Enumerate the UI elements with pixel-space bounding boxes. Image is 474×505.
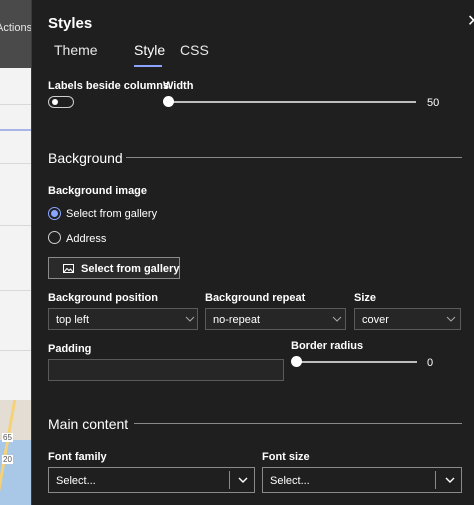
tab-style[interactable]: Style: [134, 42, 165, 58]
combo-separator: [229, 471, 230, 489]
width-slider-track[interactable]: [169, 101, 416, 103]
size-dropdown[interactable]: cover: [354, 308, 461, 330]
radio-dot: [51, 210, 58, 217]
section-divider: [126, 157, 462, 158]
border-radius-slider-thumb[interactable]: [291, 356, 302, 367]
background-section-title: Background: [48, 150, 123, 166]
background-highlight: [0, 129, 31, 131]
size-value: cover: [362, 314, 389, 326]
font-family-value: Select...: [56, 475, 96, 487]
tab-css[interactable]: CSS: [180, 42, 209, 58]
chevron-down-icon[interactable]: [238, 477, 248, 483]
background-divider: [0, 104, 31, 105]
chevron-down-icon: [446, 316, 456, 322]
tab-theme[interactable]: Theme: [54, 42, 98, 58]
width-slider-thumb[interactable]: [163, 96, 174, 107]
select-from-gallery-button-label: Select from gallery: [81, 263, 180, 275]
combo-separator: [435, 471, 436, 489]
font-family-combobox[interactable]: Select...: [48, 467, 255, 493]
background-divider: [0, 290, 31, 291]
background-repeat-value: no-repeat: [213, 314, 261, 326]
section-divider: [134, 423, 462, 424]
radio-address[interactable]: [48, 231, 61, 244]
close-icon[interactable]: ✕: [467, 14, 474, 30]
background-image-label: Background image: [48, 185, 148, 197]
chevron-down-icon: [332, 316, 342, 322]
border-radius-slider-track[interactable]: [297, 361, 417, 363]
background-position-dropdown[interactable]: top left: [48, 308, 198, 330]
labels-beside-columns-toggle[interactable]: [48, 96, 74, 108]
panel-title: Styles: [48, 15, 93, 32]
border-radius-label: Border radius: [291, 340, 364, 352]
toggle-knob: [52, 99, 58, 105]
select-from-gallery-button[interactable]: Select from gallery: [48, 257, 180, 279]
font-family-label: Font family: [48, 451, 107, 463]
background-map: 65 20: [0, 400, 31, 505]
background-actions-label: Actions: [0, 22, 31, 34]
font-size-label: Font size: [262, 451, 310, 463]
width-label: Width: [163, 80, 194, 92]
background-divider: [0, 225, 31, 226]
main-content-section-title: Main content: [48, 416, 129, 432]
padding-label: Padding: [48, 343, 92, 355]
background-repeat-dropdown[interactable]: no-repeat: [205, 308, 346, 330]
size-label: Size: [354, 292, 377, 304]
styles-panel: Styles ✕ Theme Style CSS Labels beside c…: [31, 0, 474, 505]
background-app: Actions 65 20: [0, 0, 31, 505]
font-size-value: Select...: [270, 475, 310, 487]
background-position-label: Background position: [48, 292, 158, 304]
border-radius-value: 0: [427, 357, 434, 369]
padding-input[interactable]: [48, 359, 284, 381]
chevron-down-icon[interactable]: [445, 477, 455, 483]
chevron-down-icon: [185, 316, 195, 322]
width-value: 50: [427, 97, 440, 109]
image-icon: [63, 264, 74, 273]
background-repeat-label: Background repeat: [205, 292, 306, 304]
labels-beside-columns-label: Labels beside columns: [48, 80, 170, 92]
background-divider: [0, 350, 31, 351]
radio-label-address[interactable]: Address: [66, 233, 106, 245]
map-route-mark: 65: [2, 433, 13, 442]
map-route-mark: 20: [2, 455, 13, 464]
radio-label-select-from-gallery[interactable]: Select from gallery: [66, 208, 157, 220]
font-size-combobox[interactable]: Select...: [262, 467, 462, 493]
background-position-value: top left: [56, 314, 90, 326]
background-divider: [0, 163, 31, 164]
radio-select-from-gallery[interactable]: [48, 207, 61, 220]
active-tab-indicator: [134, 65, 162, 67]
background-app-header: [0, 0, 31, 68]
